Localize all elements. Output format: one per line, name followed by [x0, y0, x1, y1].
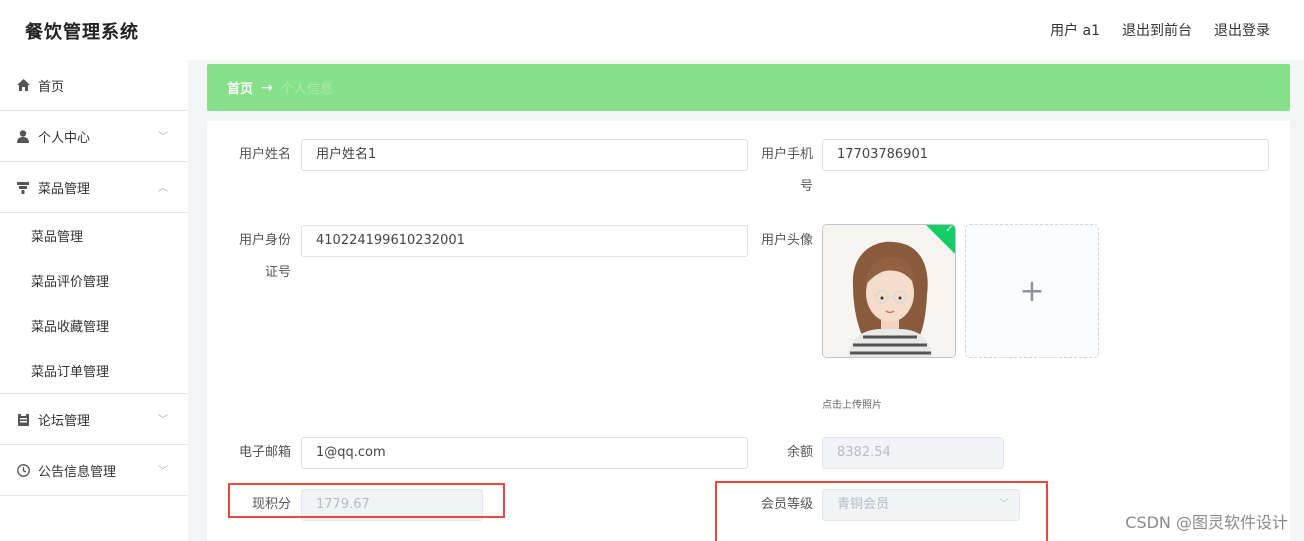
- email-label: 电子邮箱: [238, 445, 291, 460]
- breadcrumb: 首页 → 个人信息: [207, 64, 1290, 111]
- phone-input[interactable]: 17703786901: [822, 139, 1269, 171]
- submenu-item-dish-favorite[interactable]: 菜品收藏管理: [0, 303, 188, 348]
- chevron-down-icon: ﹀: [158, 132, 168, 143]
- balance-input: 8382.54: [822, 437, 1004, 469]
- sidebar: 首页 个人中心 ﹀ 菜品管理 ︿ 菜品管理 菜品评价管理 菜品收藏管理 菜品订单…: [0, 60, 188, 541]
- phone-label: 用户手机: [760, 147, 813, 162]
- chevron-up-icon: ︿: [158, 183, 168, 194]
- profile-form-panel: 用户姓名 用户姓名1 用户手机 号 17703786901 用户身份 证号 41…: [207, 121, 1290, 541]
- sidebar-item-forum-management[interactable]: 论坛管理 ﹀: [0, 394, 188, 445]
- email-input[interactable]: 1@qq.com: [301, 437, 748, 469]
- sidebar-item-personal-center[interactable]: 个人中心 ﹀: [0, 111, 188, 162]
- sidebar-item-label: 首页: [38, 79, 65, 95]
- sidebar-item-label: 个人中心: [38, 130, 91, 146]
- plus-icon: +: [1019, 273, 1045, 309]
- member-level-highlight-box: [715, 481, 1048, 541]
- points-highlight-box: [228, 483, 505, 518]
- top-bar: 餐饮管理系统 用户 a1 退出到前台 退出登录: [0, 0, 1304, 60]
- submenu-item-dish-review[interactable]: 菜品评价管理: [0, 258, 188, 303]
- app-title: 餐饮管理系统: [25, 22, 139, 43]
- breadcrumb-current: 个人信息: [280, 82, 333, 97]
- balance-label: 余额: [786, 445, 813, 460]
- forum-icon: [16, 412, 30, 426]
- chevron-down-icon: ﹀: [158, 466, 168, 477]
- sidebar-item-label: 菜品管理: [38, 181, 91, 197]
- top-actions: 用户 a1 退出到前台 退出登录: [1050, 20, 1270, 40]
- id-card-label: 用户身份: [238, 233, 291, 248]
- home-icon: [16, 78, 30, 92]
- avatar-image[interactable]: ✓: [822, 224, 956, 358]
- check-icon: ✓: [945, 224, 954, 235]
- breadcrumb-home[interactable]: 首页: [227, 78, 253, 97]
- sidebar-item-dish-management[interactable]: 菜品管理 ︿: [0, 162, 188, 213]
- arrow-right-icon: →: [261, 79, 273, 96]
- sidebar-item-notice-management[interactable]: 公告信息管理 ﹀: [0, 445, 188, 496]
- main-content: 首页 → 个人信息 用户姓名 用户姓名1 用户手机 号 17703786901 …: [207, 64, 1290, 541]
- current-user-label: 用户 a1: [1050, 23, 1100, 39]
- name-label: 用户姓名: [238, 147, 291, 162]
- back-to-front-link[interactable]: 退出到前台: [1122, 20, 1192, 40]
- submenu-item-dish-order[interactable]: 菜品订单管理: [0, 348, 188, 393]
- user-icon: [16, 129, 30, 143]
- upload-tip-text: 点击上传照片: [822, 400, 882, 411]
- id-card-label-cont: 证号: [264, 265, 291, 280]
- dish-icon: [16, 180, 30, 194]
- chevron-down-icon: ﹀: [158, 415, 168, 426]
- avatar-portrait-icon: [823, 225, 955, 357]
- clock-icon: [16, 463, 30, 477]
- sidebar-item-label: 论坛管理: [38, 413, 91, 429]
- avatar-label: 用户头像: [760, 233, 813, 248]
- id-card-input[interactable]: 410224199610232001: [301, 225, 748, 257]
- sidebar-item-home[interactable]: 首页: [0, 60, 188, 111]
- upload-avatar-button[interactable]: +: [965, 224, 1099, 358]
- sidebar-item-label: 公告信息管理: [38, 464, 117, 480]
- logout-link[interactable]: 退出登录: [1214, 20, 1270, 40]
- submenu-item-dish[interactable]: 菜品管理: [0, 213, 188, 258]
- dish-submenu: 菜品管理 菜品评价管理 菜品收藏管理 菜品订单管理: [0, 213, 188, 394]
- watermark-text: CSDN @图灵软件设计: [1125, 513, 1288, 532]
- phone-label-cont: 号: [799, 179, 813, 194]
- name-input[interactable]: 用户姓名1: [301, 139, 748, 171]
